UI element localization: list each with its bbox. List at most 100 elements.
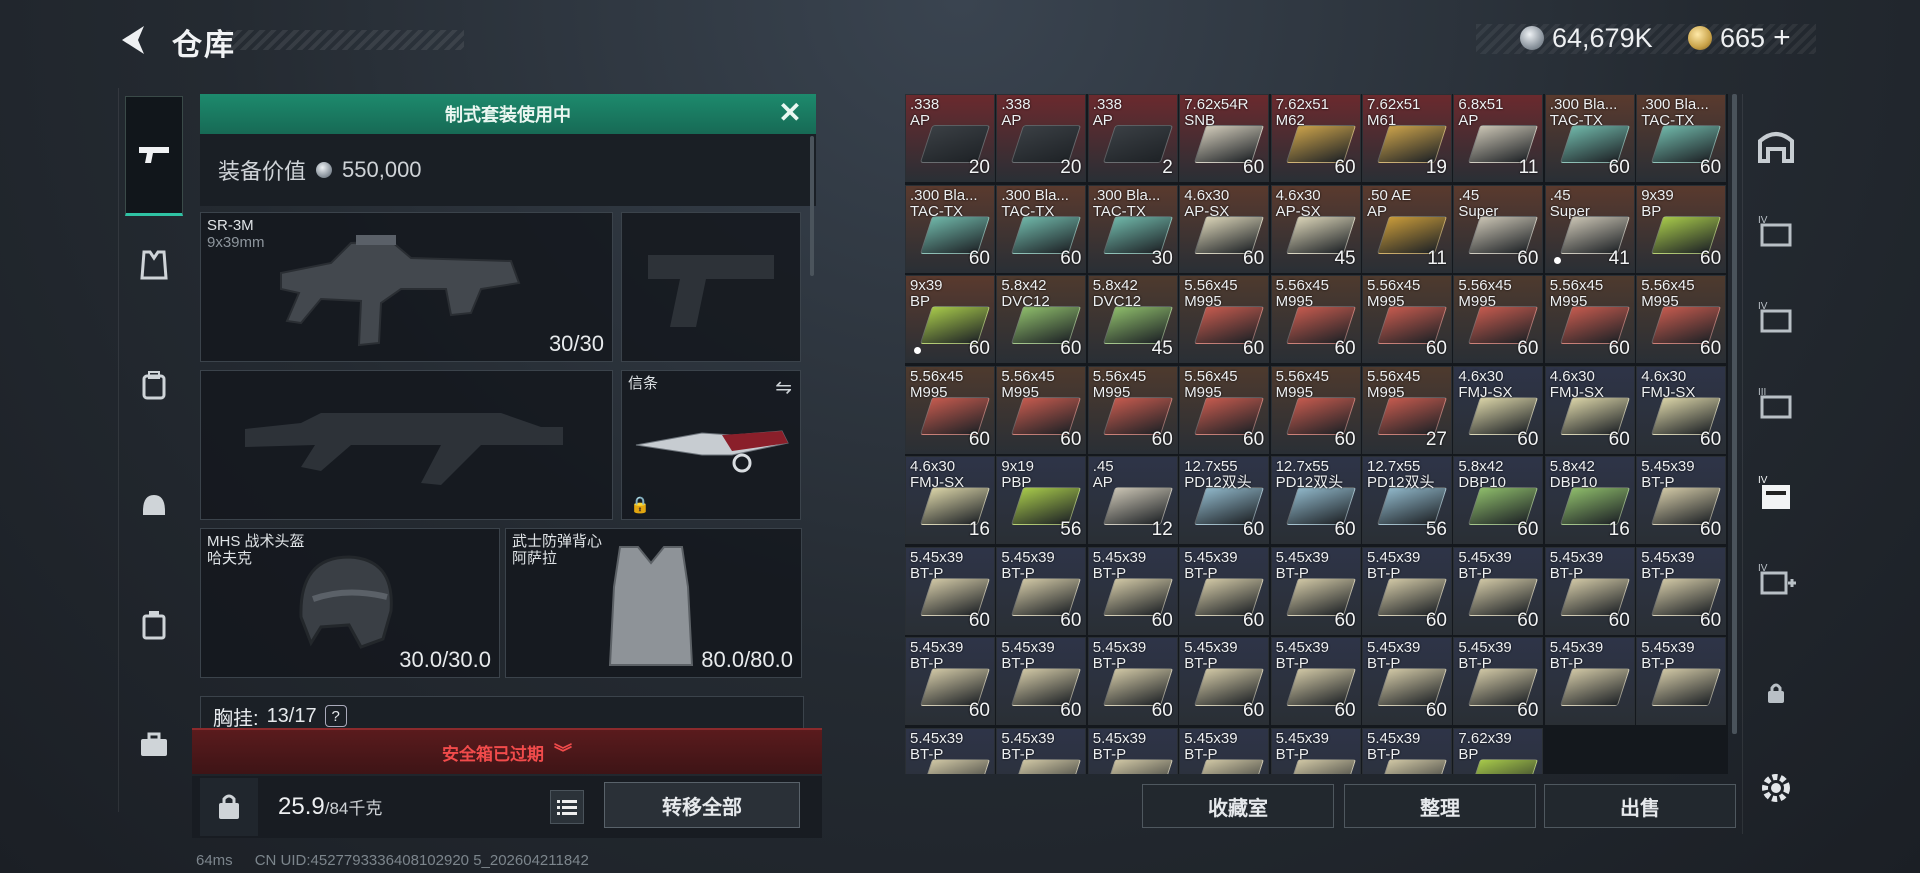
stash-item[interactable]: 5.8x42 DVC12 60	[996, 275, 1087, 363]
stash-item[interactable]: 5.45x39 BT-P 60	[1453, 546, 1544, 635]
stash-item[interactable]: 5.45x39 BT-P 60	[996, 637, 1087, 725]
stash-item[interactable]: 5.56x45 M995 60	[1544, 275, 1635, 363]
stash-item[interactable]: 4.6x30 FMJ-SX 60	[1544, 365, 1635, 454]
list-view-button[interactable]	[550, 790, 584, 824]
stash-tab-add[interactable]: IV	[1751, 554, 1801, 604]
stash-item[interactable]: 5.56x45 M995 60	[1453, 275, 1544, 363]
stash-item[interactable]: .45 AP 12	[1087, 456, 1178, 544]
nav-armor[interactable]	[125, 236, 183, 294]
stash-item[interactable]: 5.56x45 M995 60	[996, 365, 1087, 454]
stash-item[interactable]: .50 AE AP 11	[1362, 184, 1452, 273]
stash-item[interactable]: .338 AP 20	[905, 94, 995, 182]
stash-item[interactable]: 5.45x39 BT-P 60	[1179, 546, 1270, 635]
swap-icon[interactable]: ⇋	[775, 375, 792, 400]
stash-item[interactable]: 12.7x55 PD12双头 60	[1179, 456, 1270, 544]
stash-item[interactable]: 5.45x39 BT-P 60	[1544, 546, 1635, 635]
stash-item[interactable]: 9x39 BP 60	[905, 275, 995, 363]
sell-button[interactable]: 出售	[1544, 784, 1736, 828]
stash-item[interactable]: .300 Bla... TAC-TX 60	[1544, 94, 1635, 182]
stash-item[interactable]: .45 Super 41	[1544, 184, 1635, 273]
stash-item[interactable]: 9x19 PBP 56	[996, 456, 1087, 544]
stash-item[interactable]: 7.62x51 M62 60	[1270, 94, 1361, 182]
pistol-slot[interactable]	[621, 212, 801, 362]
stash-item[interactable]: 5.45x39 BT-P	[1636, 637, 1727, 725]
stash-home-tab[interactable]	[1751, 120, 1801, 170]
stash-item[interactable]: .300 Bla... TAC-TX 30	[1087, 184, 1178, 273]
stash-item[interactable]: 12.7x55 PD12双头 56	[1362, 456, 1452, 544]
organize-button[interactable]: 整理	[1344, 784, 1536, 828]
stash-item[interactable]: 5.56x45 M995 60	[1270, 275, 1361, 363]
stash-item[interactable]: 5.8x42 DBP10 16	[1544, 456, 1635, 544]
stash-item[interactable]: 7.62x51 M61 19	[1362, 94, 1452, 182]
stash-item[interactable]: 5.45x39 BT-P 60	[996, 546, 1087, 635]
secondary-weapon-slot[interactable]	[200, 370, 613, 520]
stash-item[interactable]: .300 Bla... TAC-TX 60	[905, 184, 995, 273]
help-icon[interactable]: ?	[324, 705, 347, 727]
stash-item[interactable]: 5.45x39 BT-P 60	[905, 637, 995, 725]
stash-item[interactable]: 9x39 BP 60	[1636, 184, 1727, 273]
stash-item[interactable]: 5.56x45 M995 60	[1179, 275, 1270, 363]
stash-item[interactable]: 7.62x54R SNB 60	[1179, 94, 1270, 182]
nav-helmet[interactable]	[125, 476, 183, 534]
stash-item[interactable]: 7.62x39 BP	[1453, 727, 1544, 774]
stash-item[interactable]: 5.45x39 BT-P	[1270, 727, 1361, 774]
stash-item[interactable]: 5.45x39 BT-P	[1179, 727, 1270, 774]
stash-item[interactable]: .300 Bla... TAC-TX 60	[1636, 94, 1727, 182]
stash-item[interactable]: 5.45x39 BT-P 60	[905, 546, 995, 635]
stash-item[interactable]: 4.6x30 FMJ-SX 16	[905, 456, 995, 544]
stash-scrollbar[interactable]	[1732, 94, 1737, 734]
stash-item[interactable]: 5.56x45 M995 60	[1087, 365, 1178, 454]
stash-item[interactable]: 5.8x42 DBP10 60	[1453, 456, 1544, 544]
stash-item[interactable]: 12.7x55 PD12双头 60	[1270, 456, 1361, 544]
armor-slot[interactable]: 武士防弹背心 阿萨拉 80.0/80.0	[505, 528, 802, 678]
stash-item[interactable]: 5.45x39 BT-P 60	[1179, 637, 1270, 725]
stash-tab-4a[interactable]: IV	[1751, 206, 1801, 256]
nav-items[interactable]	[125, 716, 183, 774]
stash-tab-4b[interactable]: IV	[1751, 292, 1801, 342]
helmet-slot[interactable]: MHS 战术头盔 哈夫克 30.0/30.0	[200, 528, 500, 678]
stash-item[interactable]: 4.6x30 AP-SX 60	[1179, 184, 1270, 273]
stash-tab-4c[interactable]: IV	[1751, 468, 1801, 518]
close-icon[interactable]: ✕	[774, 98, 806, 130]
stash-item[interactable]: 5.45x39 BT-P 60	[1087, 637, 1178, 725]
stash-item[interactable]: 5.56x45 M995 60	[1362, 275, 1452, 363]
stash-item[interactable]: 5.45x39 BT-P 60	[1270, 637, 1361, 725]
back-button[interactable]	[116, 20, 150, 60]
stash-item[interactable]: 5.45x39 BT-P	[905, 727, 995, 774]
stash-item[interactable]: 5.45x39 BT-P 60	[1362, 546, 1452, 635]
stash-item[interactable]: 5.56x45 M995 60	[1179, 365, 1270, 454]
weight-lock-button[interactable]	[200, 778, 258, 836]
stash-item[interactable]: 5.56x45 M995 60	[1636, 275, 1727, 363]
nav-weapons[interactable]	[125, 96, 183, 216]
stash-item[interactable]: 4.6x30 FMJ-SX 60	[1636, 365, 1727, 454]
stash-item[interactable]: 4.6x30 AP-SX 45	[1270, 184, 1361, 273]
add-gold-button[interactable]: +	[1773, 21, 1791, 55]
stash-item[interactable]: 4.6x30 FMJ-SX 60	[1453, 365, 1544, 454]
primary-weapon-slot[interactable]: SR-3M 9x39mm 30/30	[200, 212, 613, 362]
stash-item[interactable]: 5.8x42 DVC12 45	[1087, 275, 1178, 363]
stash-item[interactable]: 5.45x39 BT-P 60	[1636, 456, 1727, 544]
settings-button[interactable]	[1756, 768, 1796, 808]
collection-room-button[interactable]: 收藏室	[1142, 784, 1334, 828]
nav-consumables[interactable]	[125, 596, 183, 654]
stash-item[interactable]: 5.45x39 BT-P 60	[1362, 637, 1452, 725]
stash-item[interactable]: 5.56x45 M995 60	[1270, 365, 1361, 454]
stash-item[interactable]: 5.45x39 BT-P	[1544, 637, 1635, 725]
nav-backpack[interactable]	[125, 356, 183, 414]
stash-item[interactable]: 5.45x39 BT-P	[1087, 727, 1178, 774]
loadout-scrollbar[interactable]	[810, 136, 814, 276]
gold-currency[interactable]: 665 +	[1688, 20, 1791, 56]
stash-item[interactable]: 5.45x39 BT-P 60	[1636, 546, 1727, 635]
secure-case-expired[interactable]: 安全箱已过期 ︾	[192, 728, 822, 774]
stash-item[interactable]: .338 AP 20	[996, 94, 1087, 182]
stash-item[interactable]: 5.45x39 BT-P	[1362, 727, 1452, 774]
stash-item[interactable]: 5.45x39 BT-P 60	[1270, 546, 1361, 635]
stash-item[interactable]: .45 Super 60	[1453, 184, 1544, 273]
transfer-all-button[interactable]: 转移全部	[604, 782, 800, 828]
stash-item[interactable]: .338 AP 2	[1087, 94, 1178, 182]
stash-item[interactable]: 5.56x45 M995 27	[1362, 365, 1452, 454]
stash-item[interactable]: 5.45x39 BT-P 60	[1087, 546, 1178, 635]
stash-tab-3[interactable]: III	[1751, 378, 1801, 428]
stash-item[interactable]: 6.8x51 AP 11	[1453, 94, 1544, 182]
stash-item[interactable]: 5.56x45 M995 60	[905, 365, 995, 454]
